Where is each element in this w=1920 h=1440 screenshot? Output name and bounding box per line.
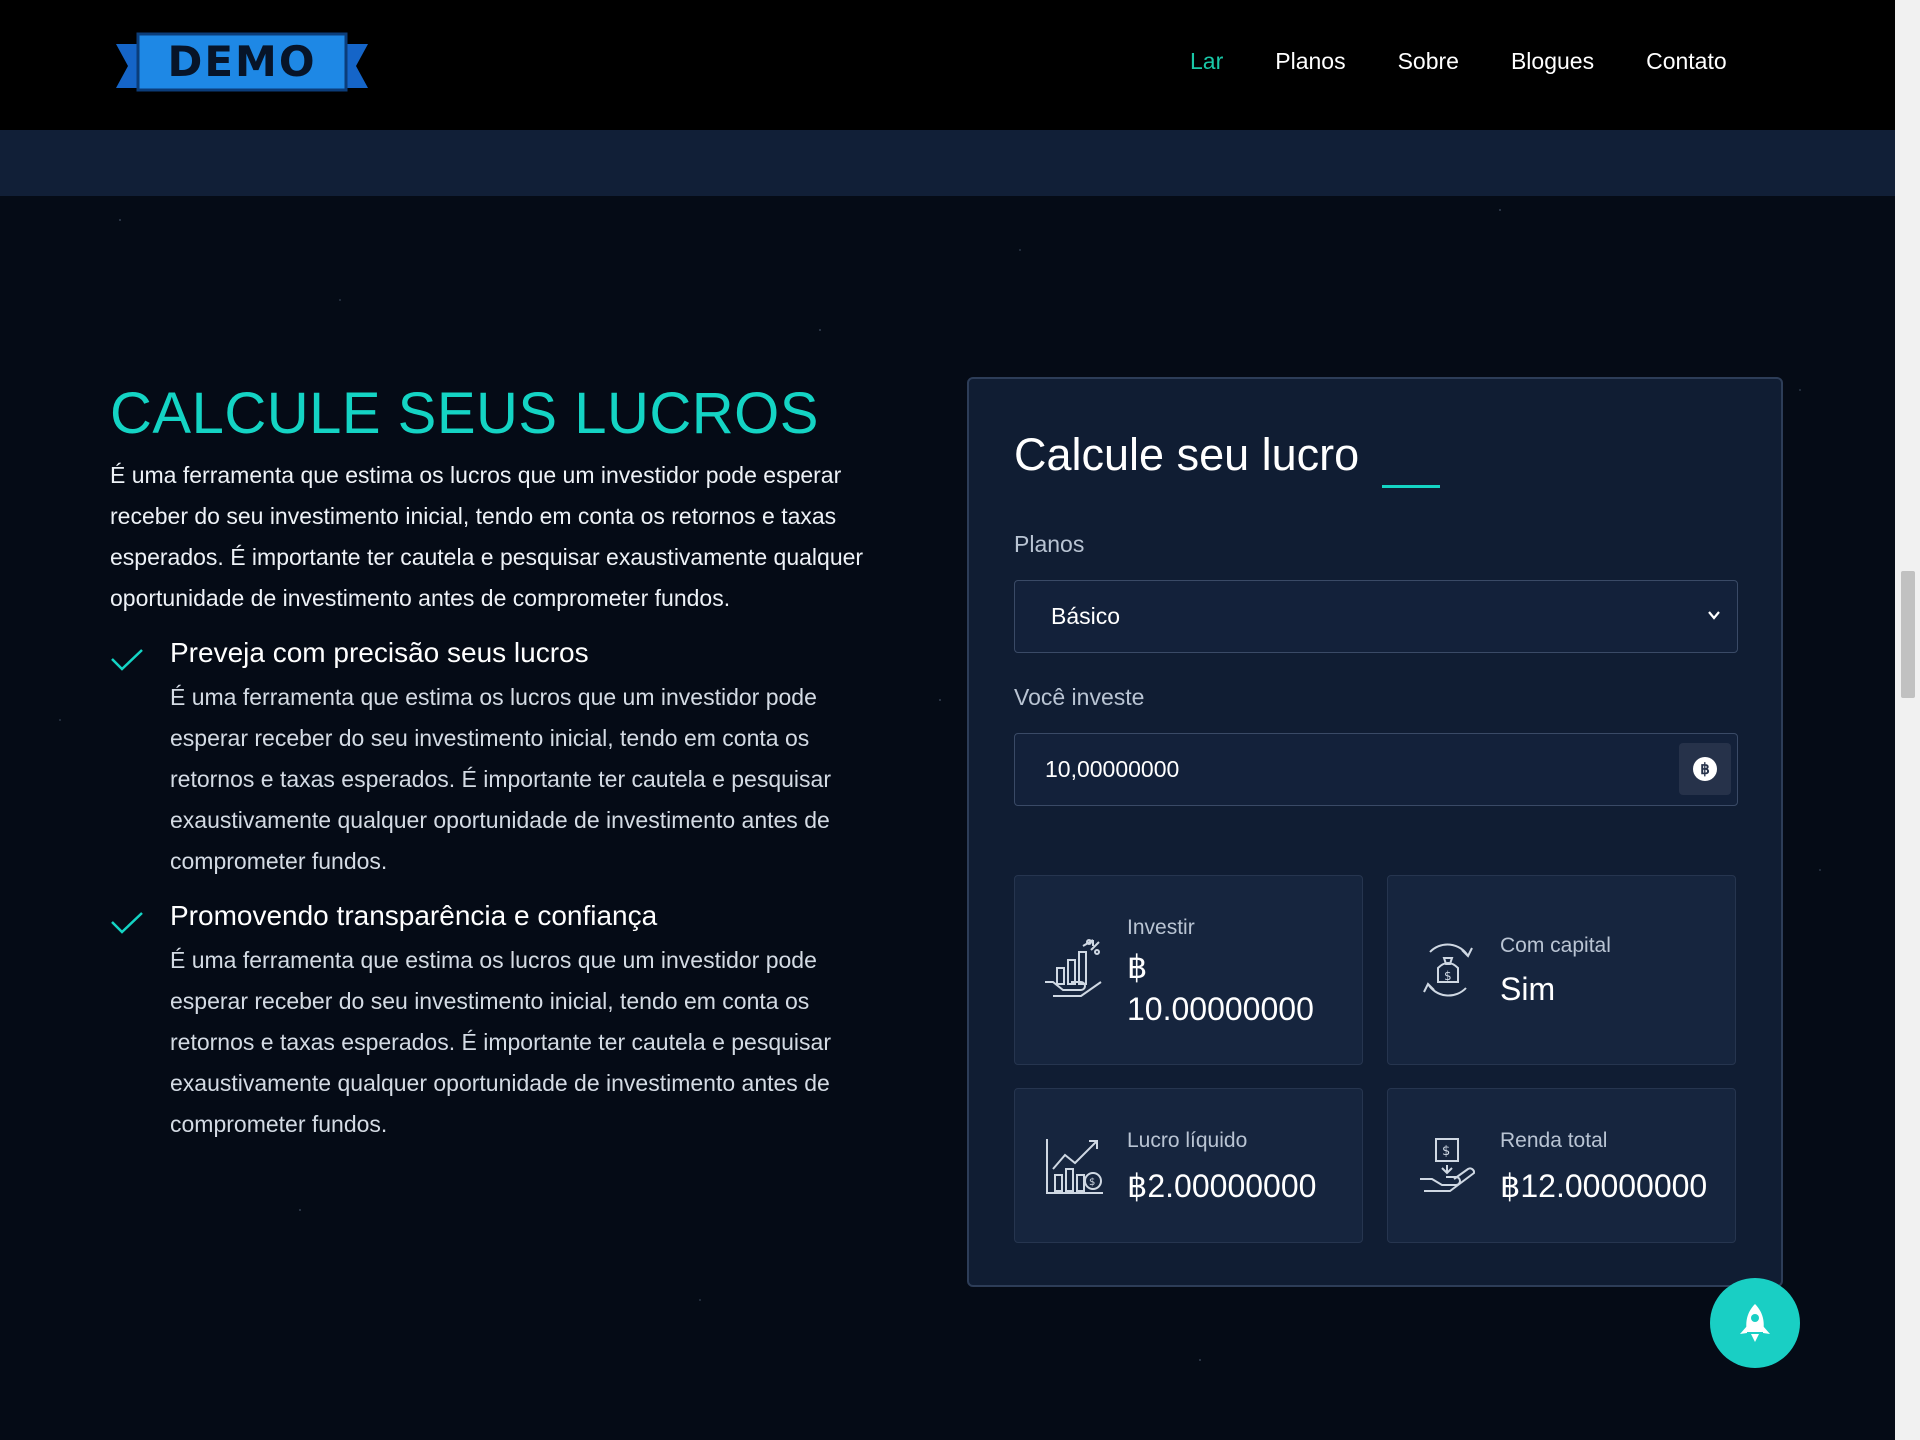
- stat-capital: $ Com capital Sim: [1387, 875, 1736, 1065]
- stat-invest: Investir ฿ 10.00000000: [1014, 875, 1363, 1065]
- scrollbar-thumb[interactable]: [1901, 571, 1915, 698]
- stat-capital-label: Com capital: [1500, 934, 1611, 957]
- feature-item: Promovendo transparência e confiança É u…: [110, 900, 890, 1145]
- invest-amount-input[interactable]: 10,00000000 ฿: [1014, 733, 1738, 806]
- stat-capital-value: Sim: [1500, 971, 1556, 1007]
- stat-total-income: $ Renda total ฿12.00000000: [1387, 1088, 1736, 1243]
- invest-label: Você investe: [1014, 684, 1145, 710]
- stat-net-profit-label: Lucro líquido: [1127, 1129, 1248, 1152]
- svg-text:$: $: [1442, 1144, 1450, 1159]
- capital-icon: $: [1423, 943, 1473, 997]
- stat-invest-value: 10.00000000: [1127, 991, 1314, 1027]
- section-description: É uma ferramenta que estima os lucros qu…: [110, 462, 864, 611]
- feature-item: Preveja com precisão seus lucros É uma f…: [110, 637, 890, 882]
- stat-invest-label: Investir: [1127, 916, 1195, 939]
- chevron-down-icon: [1708, 611, 1720, 620]
- feature-title: Preveja com precisão seus lucros: [170, 637, 589, 668]
- stat-net-profit-value: ฿2.00000000: [1127, 1168, 1317, 1204]
- nav-item-home[interactable]: Lar: [1190, 48, 1223, 75]
- plans-label: Planos: [1014, 531, 1085, 557]
- svg-text:$: $: [1444, 969, 1452, 983]
- profit-calculator-card: Calcule seu lucro Planos Básico Você inv…: [967, 377, 1783, 1287]
- profit-chart-icon: $: [1046, 1139, 1103, 1194]
- rocket-icon: [1740, 1304, 1770, 1342]
- investment-icon: [1045, 939, 1102, 997]
- header-subbar: [0, 130, 1895, 196]
- nav-item-contact[interactable]: Contato: [1646, 48, 1727, 75]
- site-header: DEMO Lar Planos Sobre Blogues Contato: [0, 0, 1895, 130]
- title-underline: [1382, 485, 1440, 488]
- stat-invest-symbol: ฿: [1127, 949, 1148, 985]
- stat-net-profit: $ Lucro líquido ฿2.00000000: [1014, 1088, 1363, 1243]
- back-to-top-button[interactable]: [1710, 1278, 1800, 1368]
- nav-item-plans[interactable]: Planos: [1275, 48, 1345, 75]
- logo[interactable]: DEMO: [116, 32, 368, 96]
- nav-item-blogs[interactable]: Blogues: [1511, 48, 1594, 75]
- svg-text:$: $: [1089, 1177, 1095, 1188]
- feature-text: É uma ferramenta que estima os lucros qu…: [170, 947, 831, 1137]
- stat-total-income-value: ฿12.00000000: [1500, 1168, 1708, 1204]
- logo-text: DEMO: [167, 37, 317, 86]
- check-icon: [111, 912, 143, 934]
- nav-item-about[interactable]: Sobre: [1398, 48, 1459, 75]
- feature-title: Promovendo transparência e confiança: [170, 900, 658, 931]
- feature-text: É uma ferramenta que estima os lucros qu…: [170, 684, 831, 874]
- page-scrollbar[interactable]: [1895, 0, 1920, 1440]
- currency-button[interactable]: ฿: [1679, 743, 1731, 795]
- stat-total-income-label: Renda total: [1500, 1129, 1608, 1152]
- main-nav: Lar Planos Sobre Blogues Contato: [1190, 48, 1779, 75]
- plan-select-value: Básico: [1051, 603, 1121, 629]
- bitcoin-icon: ฿: [1693, 757, 1717, 781]
- plan-select[interactable]: Básico: [1014, 580, 1738, 653]
- income-hand-icon: $: [1420, 1138, 1476, 1192]
- info-section: CALCULE SEUS LUCROS É uma ferramenta que…: [110, 380, 890, 1145]
- invest-amount-value: 10,00000000: [1045, 756, 1180, 782]
- check-icon: [111, 649, 143, 671]
- calculator-title: Calcule seu lucro: [1014, 429, 1360, 480]
- section-title: CALCULE SEUS LUCROS: [110, 381, 819, 446]
